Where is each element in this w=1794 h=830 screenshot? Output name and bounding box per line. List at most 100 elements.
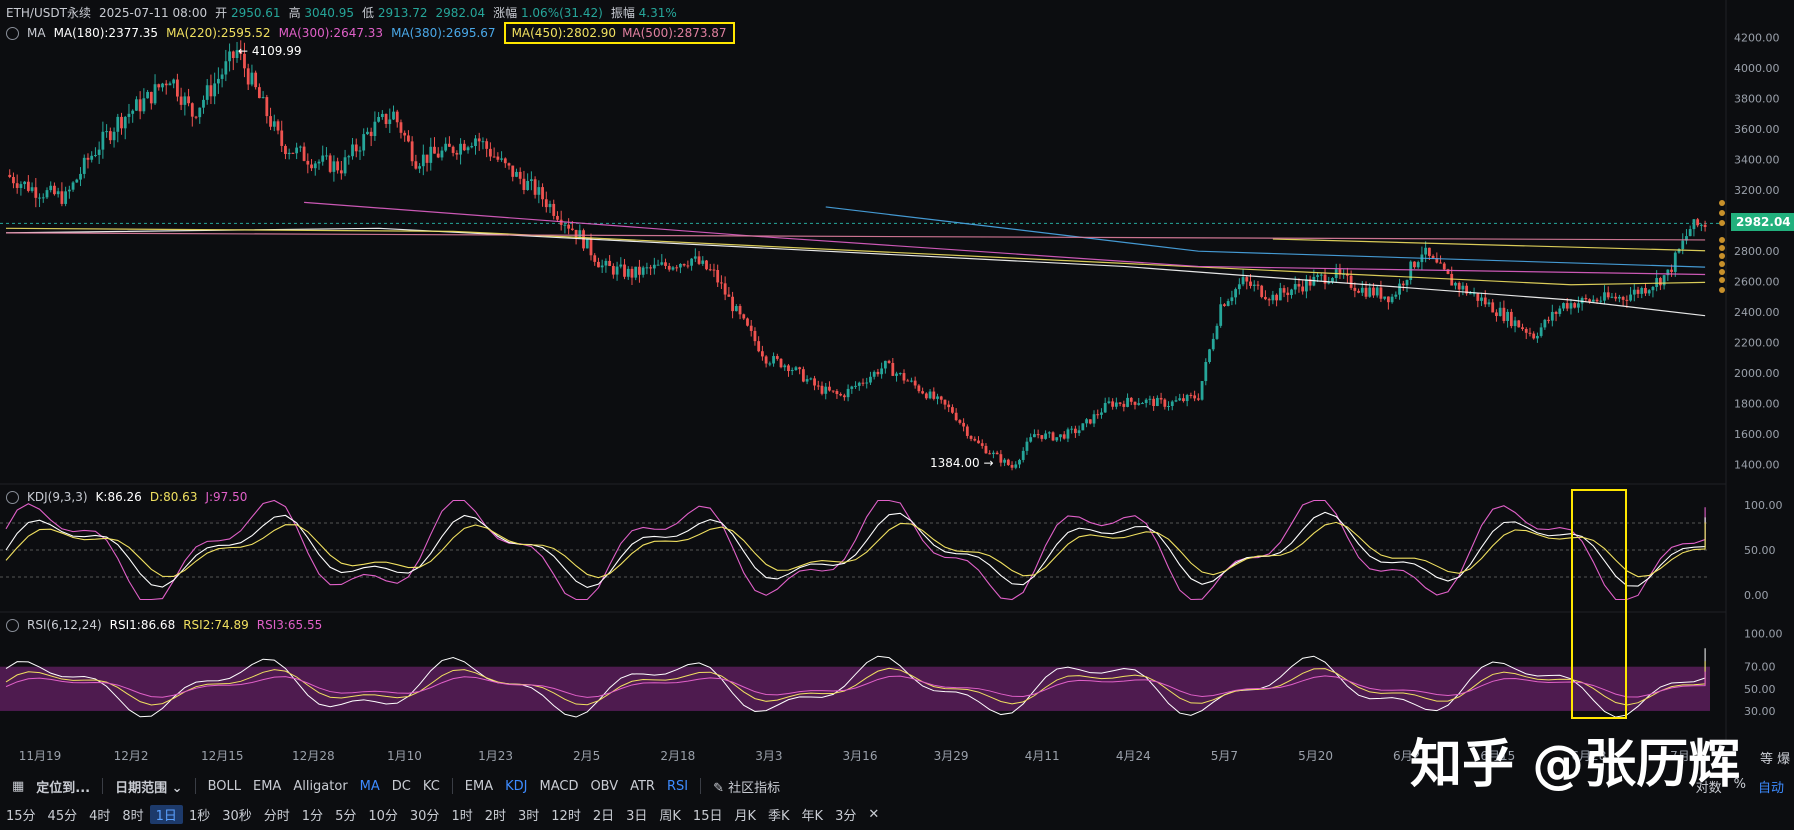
candle-body: [813, 378, 816, 386]
interval-5[interactable]: 1秒: [183, 805, 216, 824]
interval-20[interactable]: 月K: [728, 805, 762, 824]
interval-14[interactable]: 3时: [512, 805, 545, 824]
eye-icon[interactable]: [6, 618, 19, 632]
sub-indicator-macd[interactable]: MACD: [533, 779, 584, 794]
locate-button[interactable]: 定位到...: [30, 777, 96, 796]
interval-23[interactable]: 3分: [829, 805, 862, 824]
interval-3[interactable]: 8时: [116, 805, 149, 824]
candle-body: [146, 91, 149, 99]
candle-body: [760, 351, 764, 357]
candle-body: [1606, 292, 1610, 298]
ma-legend-name[interactable]: MA: [27, 26, 46, 40]
sub-indicator-ema[interactable]: EMA: [459, 779, 499, 794]
interval-12[interactable]: 1时: [445, 805, 478, 824]
interval-7[interactable]: 分时: [258, 805, 296, 824]
candle-body: [731, 296, 734, 312]
candle-body: [880, 368, 884, 375]
candle-body: [317, 161, 321, 164]
indicator-dc[interactable]: DC: [386, 779, 417, 794]
interval-18[interactable]: 周K: [653, 805, 687, 824]
interval-15[interactable]: 12时: [545, 805, 587, 824]
rsi-tick: 30.00: [1744, 705, 1776, 718]
interval-13[interactable]: 2时: [479, 805, 512, 824]
eye-icon[interactable]: [6, 490, 19, 504]
scale-option-0[interactable]: 对数: [1690, 777, 1728, 796]
candle-body: [455, 152, 459, 155]
sub-indicator-rsi[interactable]: RSI: [661, 779, 694, 794]
candle-body: [1632, 289, 1636, 295]
interval-8[interactable]: 1分: [296, 805, 329, 824]
interval-22[interactable]: 年K: [796, 805, 830, 824]
candle-body: [395, 111, 399, 123]
interval-4[interactable]: 1日: [149, 804, 183, 824]
candle-body: [1547, 319, 1550, 321]
scale-option-1[interactable]: %: [1728, 777, 1752, 796]
chart-canvas[interactable]: 4200.00 4000.00 3800.00 3600.00 3400.00 3200.…: [0, 0, 1794, 772]
low-value: 2913.72: [377, 6, 428, 20]
candle-body: [980, 443, 984, 446]
close-value: 2982.04: [435, 5, 486, 20]
interval-10[interactable]: 10分: [362, 805, 404, 824]
candle-body: [116, 116, 120, 132]
interval-11[interactable]: 30分: [404, 805, 446, 824]
date-tick: 2月18: [660, 749, 695, 763]
indicator-boll[interactable]: BOLL: [202, 779, 247, 794]
candle-body: [1006, 459, 1010, 465]
kdj-legend-name[interactable]: KDJ(9,3,3): [27, 490, 88, 504]
open-value: 2950.61: [230, 6, 281, 20]
interval-19[interactable]: 15日: [687, 805, 729, 824]
candle-body: [198, 107, 202, 118]
interval-16[interactable]: 2日: [587, 805, 620, 824]
candle-body: [1029, 437, 1033, 442]
candle-body: [1506, 311, 1510, 321]
candle-body: [1193, 395, 1197, 399]
indicator-ma[interactable]: MA: [354, 779, 386, 794]
candle-body: [295, 147, 299, 154]
eye-icon[interactable]: [6, 26, 19, 40]
candle-body: [1055, 437, 1059, 441]
candle-body: [1614, 296, 1618, 299]
candle-body: [500, 158, 503, 160]
candle-body: [1155, 397, 1159, 407]
interval-9[interactable]: 5分: [329, 805, 362, 824]
interval-17[interactable]: 3日: [620, 805, 653, 824]
candle-body: [1495, 312, 1498, 316]
candle-body: [168, 83, 172, 86]
interval-6[interactable]: 30秒: [216, 805, 258, 824]
close-icon[interactable]: ✕: [862, 807, 885, 822]
alert-marker: [1719, 237, 1725, 243]
candle-body: [1200, 381, 1204, 400]
candle-body: [1517, 320, 1521, 328]
scale-option-2[interactable]: 自动: [1752, 777, 1790, 796]
sub-indicator-atr[interactable]: ATR: [624, 779, 661, 794]
candle-body: [1036, 434, 1040, 436]
candle-body: [287, 152, 291, 155]
indicator-kc[interactable]: KC: [417, 779, 446, 794]
candle-body: [1498, 307, 1502, 316]
indicator-alligator[interactable]: Alligator: [287, 779, 353, 794]
date-tick: 5月7: [1211, 749, 1238, 763]
candle-body: [906, 380, 910, 382]
candle-body: [1439, 262, 1442, 264]
community-indicator-button[interactable]: ✎ 社区指标: [707, 777, 786, 796]
candle-body: [641, 267, 645, 275]
sub-indicator-obv[interactable]: OBV: [584, 779, 624, 794]
candle-body: [1208, 349, 1211, 362]
interval-2[interactable]: 4时: [83, 805, 116, 824]
sub-indicator-kdj[interactable]: KDJ: [499, 779, 533, 794]
indicator-ema[interactable]: EMA: [247, 779, 287, 794]
interval-1[interactable]: 45分: [42, 805, 84, 824]
candle-body: [414, 161, 418, 169]
calendar-icon[interactable]: ▦: [0, 779, 30, 794]
interval-0[interactable]: 15分: [0, 805, 42, 824]
candle-body: [619, 264, 623, 267]
candle-body: [1141, 403, 1144, 405]
candle-body: [362, 134, 366, 151]
rsi-legend-name[interactable]: RSI(6,12,24): [27, 618, 102, 632]
candle-body: [951, 407, 954, 413]
candle-body: [593, 255, 597, 262]
candle-body: [492, 156, 496, 158]
date-range-button[interactable]: 日期范围 ⌄: [109, 777, 188, 796]
candle-body: [183, 96, 187, 105]
interval-21[interactable]: 季K: [762, 805, 796, 824]
